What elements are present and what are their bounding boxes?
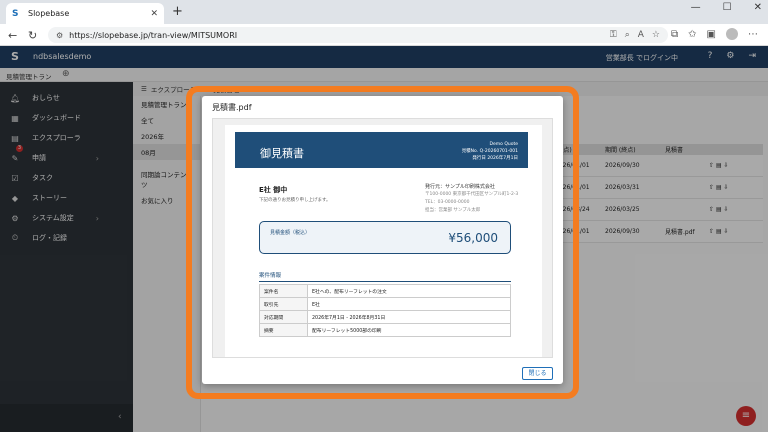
issuer-name: 発行元：サンプル印刷株式会社	[425, 184, 495, 190]
browser-right-tools: ⧉ ✩ ▣ ⋯	[671, 28, 758, 40]
quote-meta-label: Demo Quote	[489, 142, 518, 147]
slopebase-favicon-icon: S	[12, 8, 19, 19]
back-icon[interactable]: ←	[8, 29, 17, 42]
issuer-tel: TEL：03-0000-0000	[425, 200, 470, 205]
browser-toolbar: ← ↻ ⚙ https://slopebase.jp/tran-view/MIT…	[0, 24, 768, 46]
detail-value: 配布リーフレット5000部の印刷	[307, 323, 511, 337]
detail-key: 摘要	[259, 323, 308, 337]
close-tab-icon[interactable]: ✕	[150, 9, 158, 19]
customer-note: 下記の通りお見積り申し上げます。	[259, 198, 331, 203]
detail-value: E社への、配布リーフレットの注文	[307, 284, 511, 298]
url-text: https://slopebase.jp/tran-view/MITSUMORI	[69, 30, 238, 40]
tab-title: Slopebase	[28, 9, 70, 18]
details-table: 案件名 E社への、配布リーフレットの注文 取引先 E社 対応期間 2026年7月1日 …	[259, 284, 511, 337]
close-window-icon[interactable]: ✕	[754, 2, 762, 13]
quote-issue-date: 発行日 2026年7月1日	[472, 156, 518, 161]
browser-window: S Slopebase ✕ + — ☐ ✕ ← ↻ ⚙ https://slop…	[0, 0, 768, 432]
minimize-icon[interactable]: —	[691, 2, 701, 13]
url-actions: ⚿ ⌕ A ☆	[610, 30, 660, 40]
amount-label: 見積金額（税込）	[270, 230, 311, 236]
customer-name: E社 御中	[259, 186, 288, 194]
modal-title: 見積書.pdf	[212, 103, 252, 112]
zoom-icon[interactable]: ⌕	[625, 30, 630, 40]
new-tab-icon[interactable]: +	[172, 4, 183, 19]
profile-avatar[interactable]	[726, 28, 738, 40]
table-row: 対応期間 2026年7月1日 - 2026年8月31日	[259, 310, 511, 324]
table-row: 取引先 E社	[259, 297, 511, 311]
maximize-icon[interactable]: ☐	[723, 2, 732, 13]
detail-value: E社	[307, 297, 511, 311]
favorite-star-icon[interactable]: ☆	[652, 30, 660, 40]
issuer-block: 発行元：サンプル印刷株式会社 〒100-0000 東京都千代田区サンプル町1-2…	[425, 183, 518, 215]
browser-tab[interactable]: S Slopebase ✕	[6, 3, 164, 24]
detail-key: 案件名	[259, 284, 308, 298]
quote-header: 御見積書 Demo Quote 見積No. Q-20260701-001 発行日…	[235, 132, 528, 168]
table-row: 案件名 E社への、配布リーフレットの注文	[259, 284, 511, 298]
detail-key: 取引先	[259, 297, 308, 311]
table-row: 摘要 配布リーフレット5000部の印刷	[259, 323, 511, 337]
quote-title: 御見積書	[260, 147, 304, 160]
detail-key: 対応期間	[259, 310, 308, 324]
address-bar[interactable]: ⚙ https://slopebase.jp/tran-view/MITSUMO…	[48, 27, 668, 43]
reload-icon[interactable]: ↻	[28, 29, 37, 42]
pdf-preview-modal: 見積書.pdf 御見積書 Demo Quote 見積No. Q-20260701…	[202, 96, 563, 384]
extensions-icon[interactable]: ⧉	[671, 29, 678, 40]
detail-value: 2026年7月1日 - 2026年8月31日	[307, 310, 511, 324]
favorites-icon[interactable]: ✩	[688, 29, 696, 40]
quote-document: 御見積書 Demo Quote 見積No. Q-20260701-001 発行日…	[225, 125, 542, 357]
issuer-address: 〒100-0000 東京都千代田区サンプル町1-2-3	[425, 192, 519, 197]
site-info-icon[interactable]: ⚙	[56, 31, 63, 40]
more-icon[interactable]: ⋯	[748, 29, 758, 40]
issuer-staff: 担当：営業部 サンプル太郎	[425, 208, 481, 213]
read-aloud-icon[interactable]: A	[638, 30, 644, 40]
amount-value: ¥56,000	[448, 231, 498, 245]
tab-strip: S Slopebase ✕ + — ☐ ✕	[0, 0, 768, 24]
quote-number: 見積No. Q-20260701-001	[461, 149, 518, 154]
section-title: 案件情報	[259, 271, 511, 282]
pdf-viewer[interactable]: 御見積書 Demo Quote 見積No. Q-20260701-001 発行日…	[212, 118, 553, 358]
collections-icon[interactable]: ▣	[707, 29, 716, 40]
amount-box: 見積金額（税込） ¥56,000	[259, 221, 511, 254]
window-controls: — ☐ ✕	[691, 2, 762, 13]
key-icon[interactable]: ⚿	[610, 30, 617, 40]
close-button[interactable]: 閉じる	[522, 367, 553, 380]
quote-meta: Demo Quote 見積No. Q-20260701-001 発行日 2026…	[462, 141, 518, 162]
